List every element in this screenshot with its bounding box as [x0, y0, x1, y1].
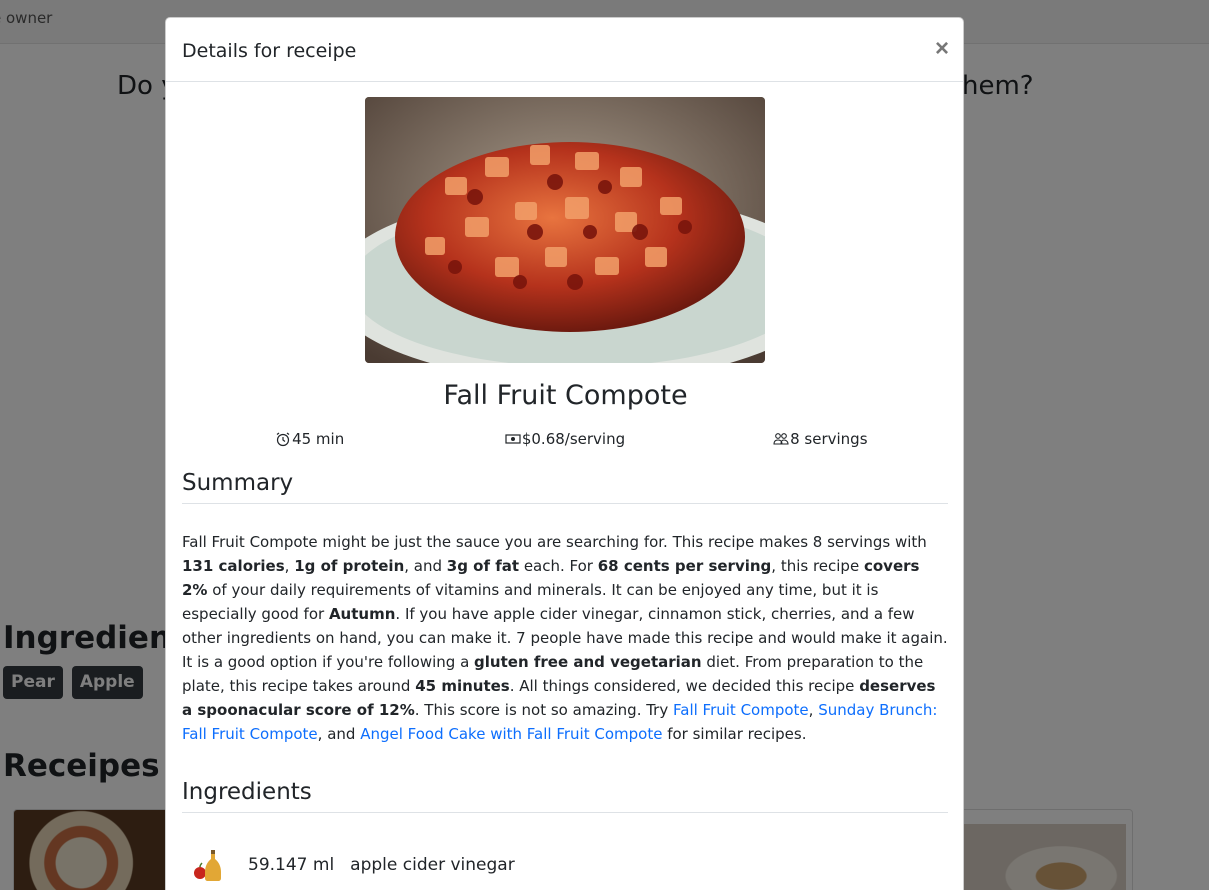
- ingredient-row: 59.147 ml apple cider vinegar: [182, 845, 948, 885]
- summary-segment: , and: [404, 557, 447, 575]
- servings: 8 servings: [693, 430, 948, 448]
- summary-segment: for similar recipes.: [662, 725, 807, 743]
- cash-icon: [505, 431, 521, 447]
- price-value: $0.68/serving: [521, 430, 626, 448]
- alarm-clock-icon: [275, 431, 291, 447]
- apple-cider-vinegar-icon: [182, 845, 232, 885]
- recipe-details-modal: Details for receipe × Fall Fruit Compote…: [165, 17, 964, 890]
- summary-segment: each. For: [519, 557, 598, 575]
- compote-photo: [365, 97, 765, 363]
- summary-heading: Summary: [182, 470, 948, 504]
- summary-highlight: gluten free and vegetarian: [474, 653, 702, 671]
- summary-segment: . All things considered, we decided this…: [509, 677, 860, 695]
- people-icon: [773, 431, 789, 447]
- ingredient-name: apple cider vinegar: [350, 855, 515, 875]
- prep-time: 45 min: [182, 430, 437, 448]
- summary-highlight: 3g of fat: [446, 557, 520, 575]
- ingredients-heading: Ingredients: [182, 779, 948, 813]
- summary-highlight: 45 minutes: [415, 677, 510, 695]
- summary-text: Fall Fruit Compote might be just the sau…: [182, 530, 948, 746]
- summary-highlight: 131 calories: [182, 557, 285, 575]
- summary-highlight: 68 cents per serving: [597, 557, 772, 575]
- prep-time-value: 45 min: [292, 430, 345, 448]
- close-button[interactable]: ×: [935, 36, 949, 62]
- modal-header: Details for receipe ×: [166, 18, 963, 82]
- summary-segment: Fall Fruit Compote might be just the sau…: [182, 533, 927, 551]
- similar-recipe-link[interactable]: Fall Fruit Compote: [673, 701, 809, 719]
- summary-segment: ,: [284, 557, 295, 575]
- summary-segment: ,: [808, 701, 819, 719]
- recipe-image: [365, 97, 765, 363]
- recipe-meta: 45 min $0.68/serving 8 servings: [182, 430, 948, 448]
- ingredient-amount: 59.147 ml: [248, 855, 335, 875]
- servings-value: 8 servings: [790, 430, 868, 448]
- summary-segment: , this recipe: [771, 557, 864, 575]
- summary-segment: . This score is not so amazing. Try: [414, 701, 673, 719]
- similar-recipe-link[interactable]: Angel Food Cake with Fall Fruit Compote: [360, 725, 662, 743]
- price-per-serving: $0.68/serving: [437, 430, 692, 448]
- modal-title: Details for receipe: [182, 40, 357, 62]
- recipe-title: Fall Fruit Compote: [443, 380, 688, 411]
- summary-highlight: Autumn: [328, 605, 396, 623]
- summary-highlight: 1g of protein: [294, 557, 405, 575]
- summary-segment: , and: [317, 725, 361, 743]
